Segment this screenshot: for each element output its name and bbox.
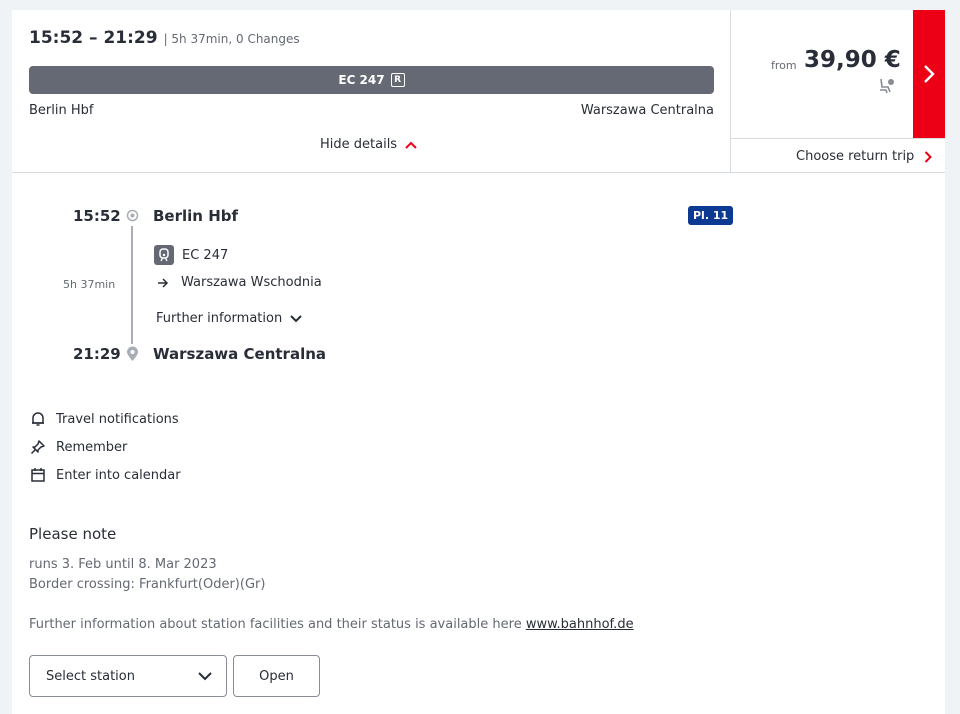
journey-duration: 5h 37min [63,278,116,291]
platform-badge: Pl. 11 [688,206,734,225]
price-box[interactable]: from 39,90 € [731,10,913,138]
service-dates: runs 3. Feb until 8. Mar 2023 [29,557,217,572]
facilities-text: Further information about station facili… [29,617,522,632]
select-station-value: Select station [46,668,135,684]
pin-icon [30,440,45,455]
duration-changes: | 5h 37min, 0 Changes [163,32,300,46]
calendar-icon [31,468,45,482]
departure-circle-icon [126,209,139,222]
train-info: EC 247 [154,245,228,265]
bahnhof-link[interactable]: www.bahnhof.de [526,617,634,632]
chevron-right-icon [924,65,935,83]
select-connection-button[interactable] [913,10,945,138]
reservation-badge: R [390,73,405,87]
train-number: EC 247 [338,73,385,87]
horizontal-divider [12,172,945,173]
departure-arrival-times: 15:52 – 21:29 [29,28,158,48]
return-divider [731,138,945,139]
direction-label: Warszawa Wschodnia [181,275,322,290]
arrival-time: 21:29 [73,345,121,363]
arrival-station: Warszawa Centralna [153,345,327,363]
connection-summary[interactable]: 15:52 – 21:29 | 5h 37min, 0 Changes EC 24… [12,10,730,172]
open-button[interactable]: Open [233,655,320,697]
time-range: 15:52 – 21:29 | 5h 37min, 0 Changes [29,28,300,48]
chevron-right-icon [925,150,933,163]
hide-details-label: Hide details [320,137,398,152]
hide-details-button[interactable]: Hide details [320,137,417,152]
remember-label: Remember [56,439,128,455]
location-pin-icon [127,346,138,361]
departure-station: Berlin Hbf [153,207,239,225]
arrow-right-icon [158,277,169,288]
train-direction: Warszawa Wschodnia [158,275,322,290]
seat-icon [880,78,894,94]
chevron-down-icon [290,314,302,322]
price-from-label: from [771,59,797,72]
destination-station: Warszawa Centralna [580,103,714,118]
chevron-down-icon [198,671,212,680]
train-name: EC 247 [182,247,229,263]
price-value: 39,90 € [804,47,901,73]
travel-notifications-label: Travel notifications [56,411,179,427]
select-station-dropdown[interactable]: Select station [29,655,227,697]
further-information-label: Further information [156,311,283,326]
travel-notifications-button[interactable]: Travel notifications [30,411,179,427]
enter-into-calendar-button[interactable]: Enter into calendar [30,467,181,483]
connection-card: 15:52 – 21:29 | 5h 37min, 0 Changes EC 24… [12,10,945,714]
timeline-line [131,226,133,344]
station-facilities-info: Further information about station facili… [29,617,634,632]
train-bar: EC 247 R [29,66,714,94]
border-crossing: Border crossing: Frankfurt(Oder)(Gr) [29,577,266,592]
please-note-heading: Please note [29,525,117,543]
enter-into-calendar-label: Enter into calendar [56,467,181,483]
train-icon [154,245,174,265]
origin-station: Berlin Hbf [29,103,94,118]
choose-return-trip-link[interactable]: Choose return trip [796,149,933,164]
departure-time: 15:52 [73,207,121,225]
remember-button[interactable]: Remember [30,439,127,455]
return-trip-label: Choose return trip [796,149,915,164]
bell-icon [32,412,44,426]
chevron-up-icon [405,141,417,149]
further-information-toggle[interactable]: Further information [156,311,302,326]
